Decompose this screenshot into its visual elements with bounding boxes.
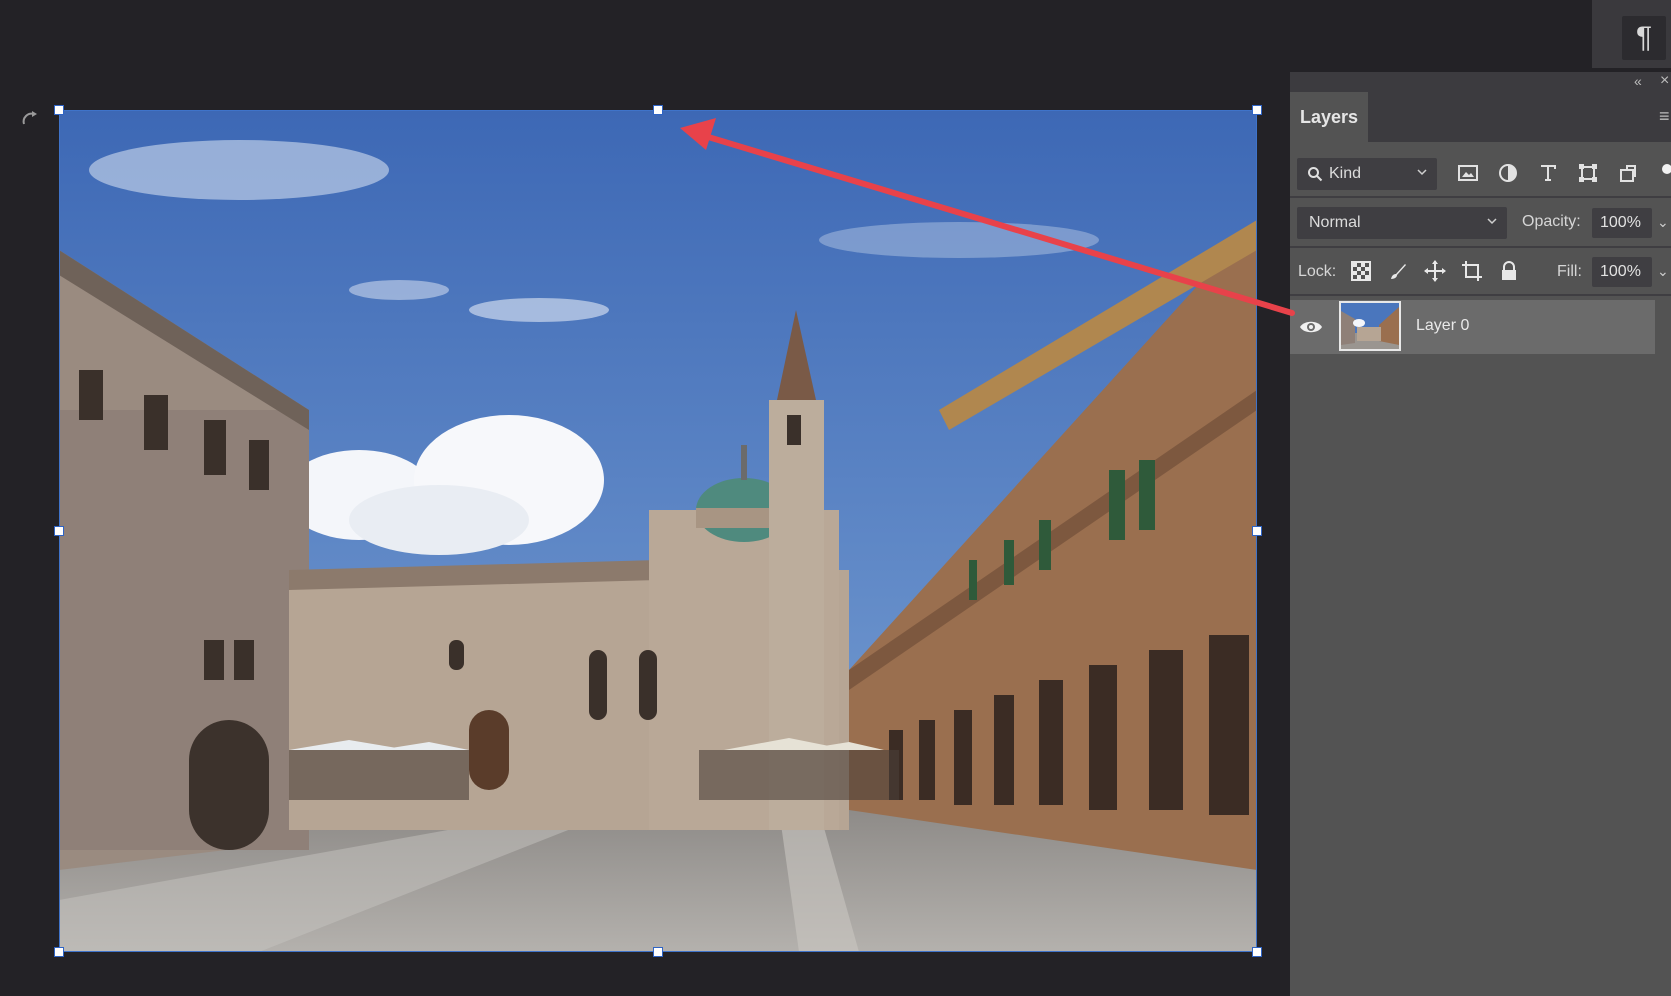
transform-handle-middle-left[interactable] [54,526,64,536]
divider [1290,294,1671,296]
transform-handle-top-left[interactable] [54,105,64,115]
fill-value: 100% [1600,263,1641,280]
opacity-input[interactable]: 100% [1592,208,1652,238]
divider [1290,196,1671,198]
lock-transparent-pixels-icon[interactable] [1348,258,1374,284]
search-icon [1308,167,1323,182]
panel-menu-icon[interactable]: ≡ [1659,106,1670,127]
fill-label: Fill: [1557,263,1582,280]
adjustment-filter-icon[interactable] [1495,160,1521,186]
kind-label: Kind [1329,165,1362,182]
opacity-value: 100% [1600,214,1641,231]
canvas-photo[interactable] [59,110,1257,952]
transform-handle-top-center[interactable] [653,105,663,115]
lock-label: Lock: [1298,263,1337,280]
eye-visibility-icon[interactable] [1298,314,1324,340]
layer-thumbnail [1339,301,1401,351]
layer-name[interactable]: Layer 0 [1416,317,1469,335]
transform-handle-bottom-center[interactable] [653,947,663,957]
layer-filter-kind-select[interactable]: Kind [1297,158,1437,190]
transform-handle-bottom-right[interactable] [1252,947,1262,957]
transform-handle-top-right[interactable] [1252,105,1262,115]
rotate-cursor-icon [22,111,37,125]
lock-position-icon[interactable] [1422,258,1448,284]
chevron-down-icon [1417,169,1427,176]
lock-artboard-icon[interactable] [1459,258,1485,284]
toggle-filter-icon[interactable] [1652,160,1671,186]
chevron-down-icon [1487,218,1497,225]
type-filter-icon[interactable] [1535,160,1561,186]
close-panel-icon[interactable]: × [1660,72,1669,90]
fill-input[interactable]: 100% [1592,257,1652,287]
tab-layers[interactable]: Layers [1290,92,1368,142]
paragraph-icon: ¶ [1635,21,1653,54]
fill-chevron-icon[interactable]: ⌄ [1657,263,1669,280]
transform-handle-middle-right[interactable] [1252,526,1262,536]
lock-all-icon[interactable] [1496,258,1522,284]
shape-filter-icon[interactable] [1575,160,1601,186]
image-filter-icon[interactable] [1455,160,1481,186]
blend-mode-select[interactable]: Normal [1297,207,1507,239]
lock-image-pixels-icon[interactable] [1385,258,1411,284]
panel-title-bar[interactable] [1290,72,1671,92]
smart-object-filter-icon[interactable] [1615,160,1641,186]
opacity-label: Opacity: [1522,213,1581,230]
divider [1290,246,1671,248]
blend-mode-value: Normal [1309,214,1361,231]
opacity-chevron-icon[interactable]: ⌄ [1657,214,1669,231]
paragraph-panel-button[interactable]: ¶ [1622,16,1666,60]
transform-handle-bottom-left[interactable] [54,947,64,957]
collapse-panel-icon[interactable]: « [1634,73,1642,89]
